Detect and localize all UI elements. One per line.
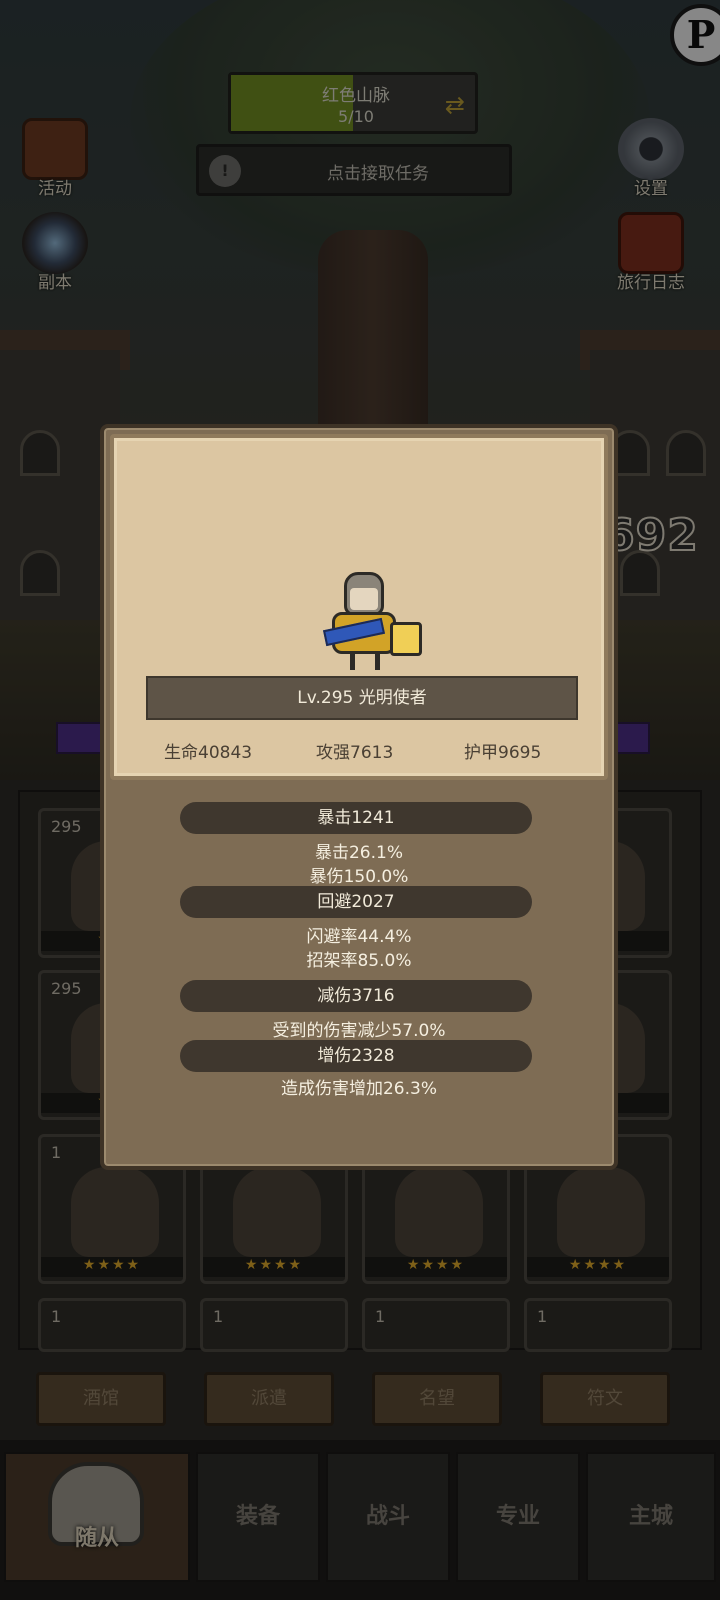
hero-portrait xyxy=(314,572,424,672)
damage-bonus-header: 增伤2328 xyxy=(180,1040,532,1072)
hero-face xyxy=(350,588,378,610)
reduction-header: 减伤3716 xyxy=(180,980,532,1012)
dodge-header: 回避2027 xyxy=(180,886,532,918)
hero-summary-panel: Lv.295 光明使者 生命40843 攻强7613 护甲9695 xyxy=(110,434,608,780)
hero-legs xyxy=(350,652,380,670)
parry-rate: 招架率85.0% xyxy=(306,951,412,971)
crit-header: 暴击1241 xyxy=(180,802,532,834)
hero-armor-stat: 护甲9695 xyxy=(464,743,542,763)
hero-detail-popup: Lv.295 光明使者 生命40843 攻强7613 护甲9695 暴击1241… xyxy=(100,424,618,1170)
crit-rate: 暴击26.1% xyxy=(314,843,403,863)
reduction-line: 受到的伤害减少57.0% xyxy=(272,1021,446,1041)
hero-base-stats: 生命40843 攻强7613 护甲9695 xyxy=(114,738,612,768)
hero-name-plate: Lv.295 光明使者 xyxy=(146,676,578,720)
damage-bonus-line: 造成伤害增加26.3% xyxy=(280,1079,437,1099)
crit-damage: 暴伤150.0% xyxy=(309,867,409,887)
hammer-icon xyxy=(390,622,422,656)
hero-attack: 攻强7613 xyxy=(316,743,394,763)
dodge-rate: 闪避率44.4% xyxy=(306,927,412,947)
hero-hp: 生命40843 xyxy=(164,743,253,763)
